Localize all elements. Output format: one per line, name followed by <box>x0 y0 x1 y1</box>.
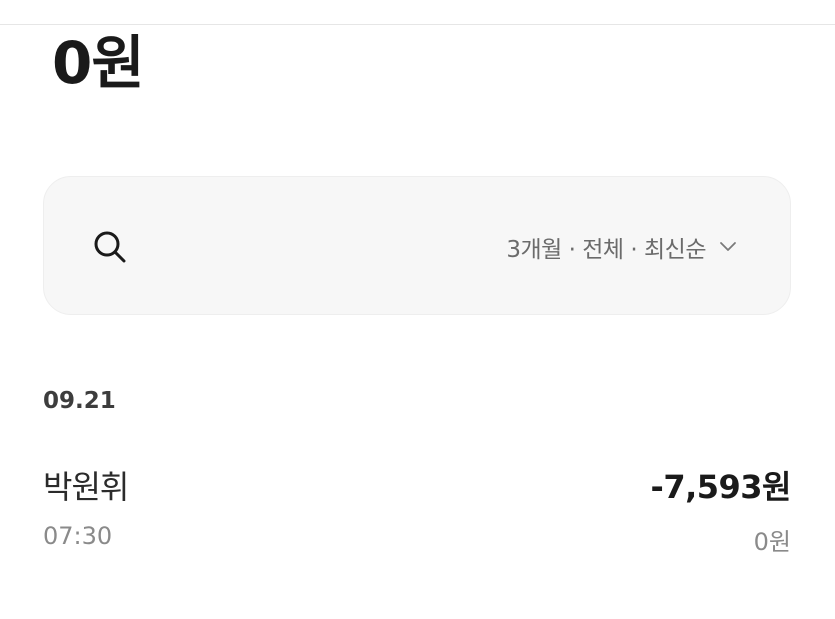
filter-label: 3개월 · 전체 · 최신순 <box>506 237 706 263</box>
transaction-time: 07:30 <box>43 522 113 550</box>
transaction-balance-after: 0원 <box>753 528 791 556</box>
filter-dropdown-button[interactable]: 3개월 · 전체 · 최신순 <box>506 227 738 267</box>
transaction-name: 박원휘 <box>43 468 129 506</box>
search-filter-bar[interactable]: 3개월 · 전체 · 최신순 <box>43 176 791 315</box>
account-balance: 0원 <box>52 29 145 97</box>
search-icon[interactable] <box>90 227 130 267</box>
chevron-down-icon <box>718 237 738 257</box>
date-group-header: 09.21 <box>43 388 116 414</box>
transaction-amount: -7,593원 <box>650 468 792 506</box>
transaction-row[interactable]: 박원휘 07:30 -7,593원 0원 <box>43 456 792 556</box>
top-divider <box>0 24 835 25</box>
